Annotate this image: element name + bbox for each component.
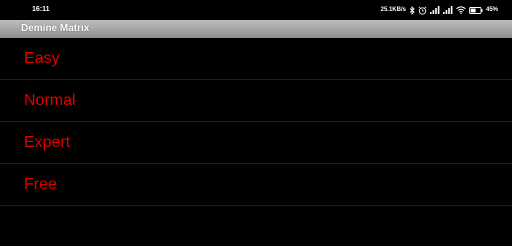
status-time: 16:11 [32, 6, 50, 13]
status-bar: 16:11 25.1KB/s 45% [0, 0, 512, 20]
menu-item-expert[interactable]: Expert [0, 122, 512, 164]
difficulty-menu: Easy Normal Expert Free [0, 38, 512, 206]
battery-percent: 45% [485, 7, 498, 13]
menu-item-normal[interactable]: Normal [0, 80, 512, 122]
battery-icon [469, 6, 483, 14]
network-speed: 25.1KB/s [380, 7, 406, 13]
app-title-bar: Demine Matrix [0, 20, 512, 38]
status-icons: 25.1KB/s 45% [381, 5, 498, 15]
bluetooth-icon [409, 5, 415, 15]
signal-icon [442, 6, 453, 14]
alarm-icon [418, 5, 427, 15]
app-title: Demine Matrix [21, 23, 90, 34]
signal-icon [429, 6, 440, 14]
menu-item-free[interactable]: Free [0, 164, 512, 206]
menu-item-easy[interactable]: Easy [0, 38, 512, 80]
wifi-icon [456, 6, 466, 14]
